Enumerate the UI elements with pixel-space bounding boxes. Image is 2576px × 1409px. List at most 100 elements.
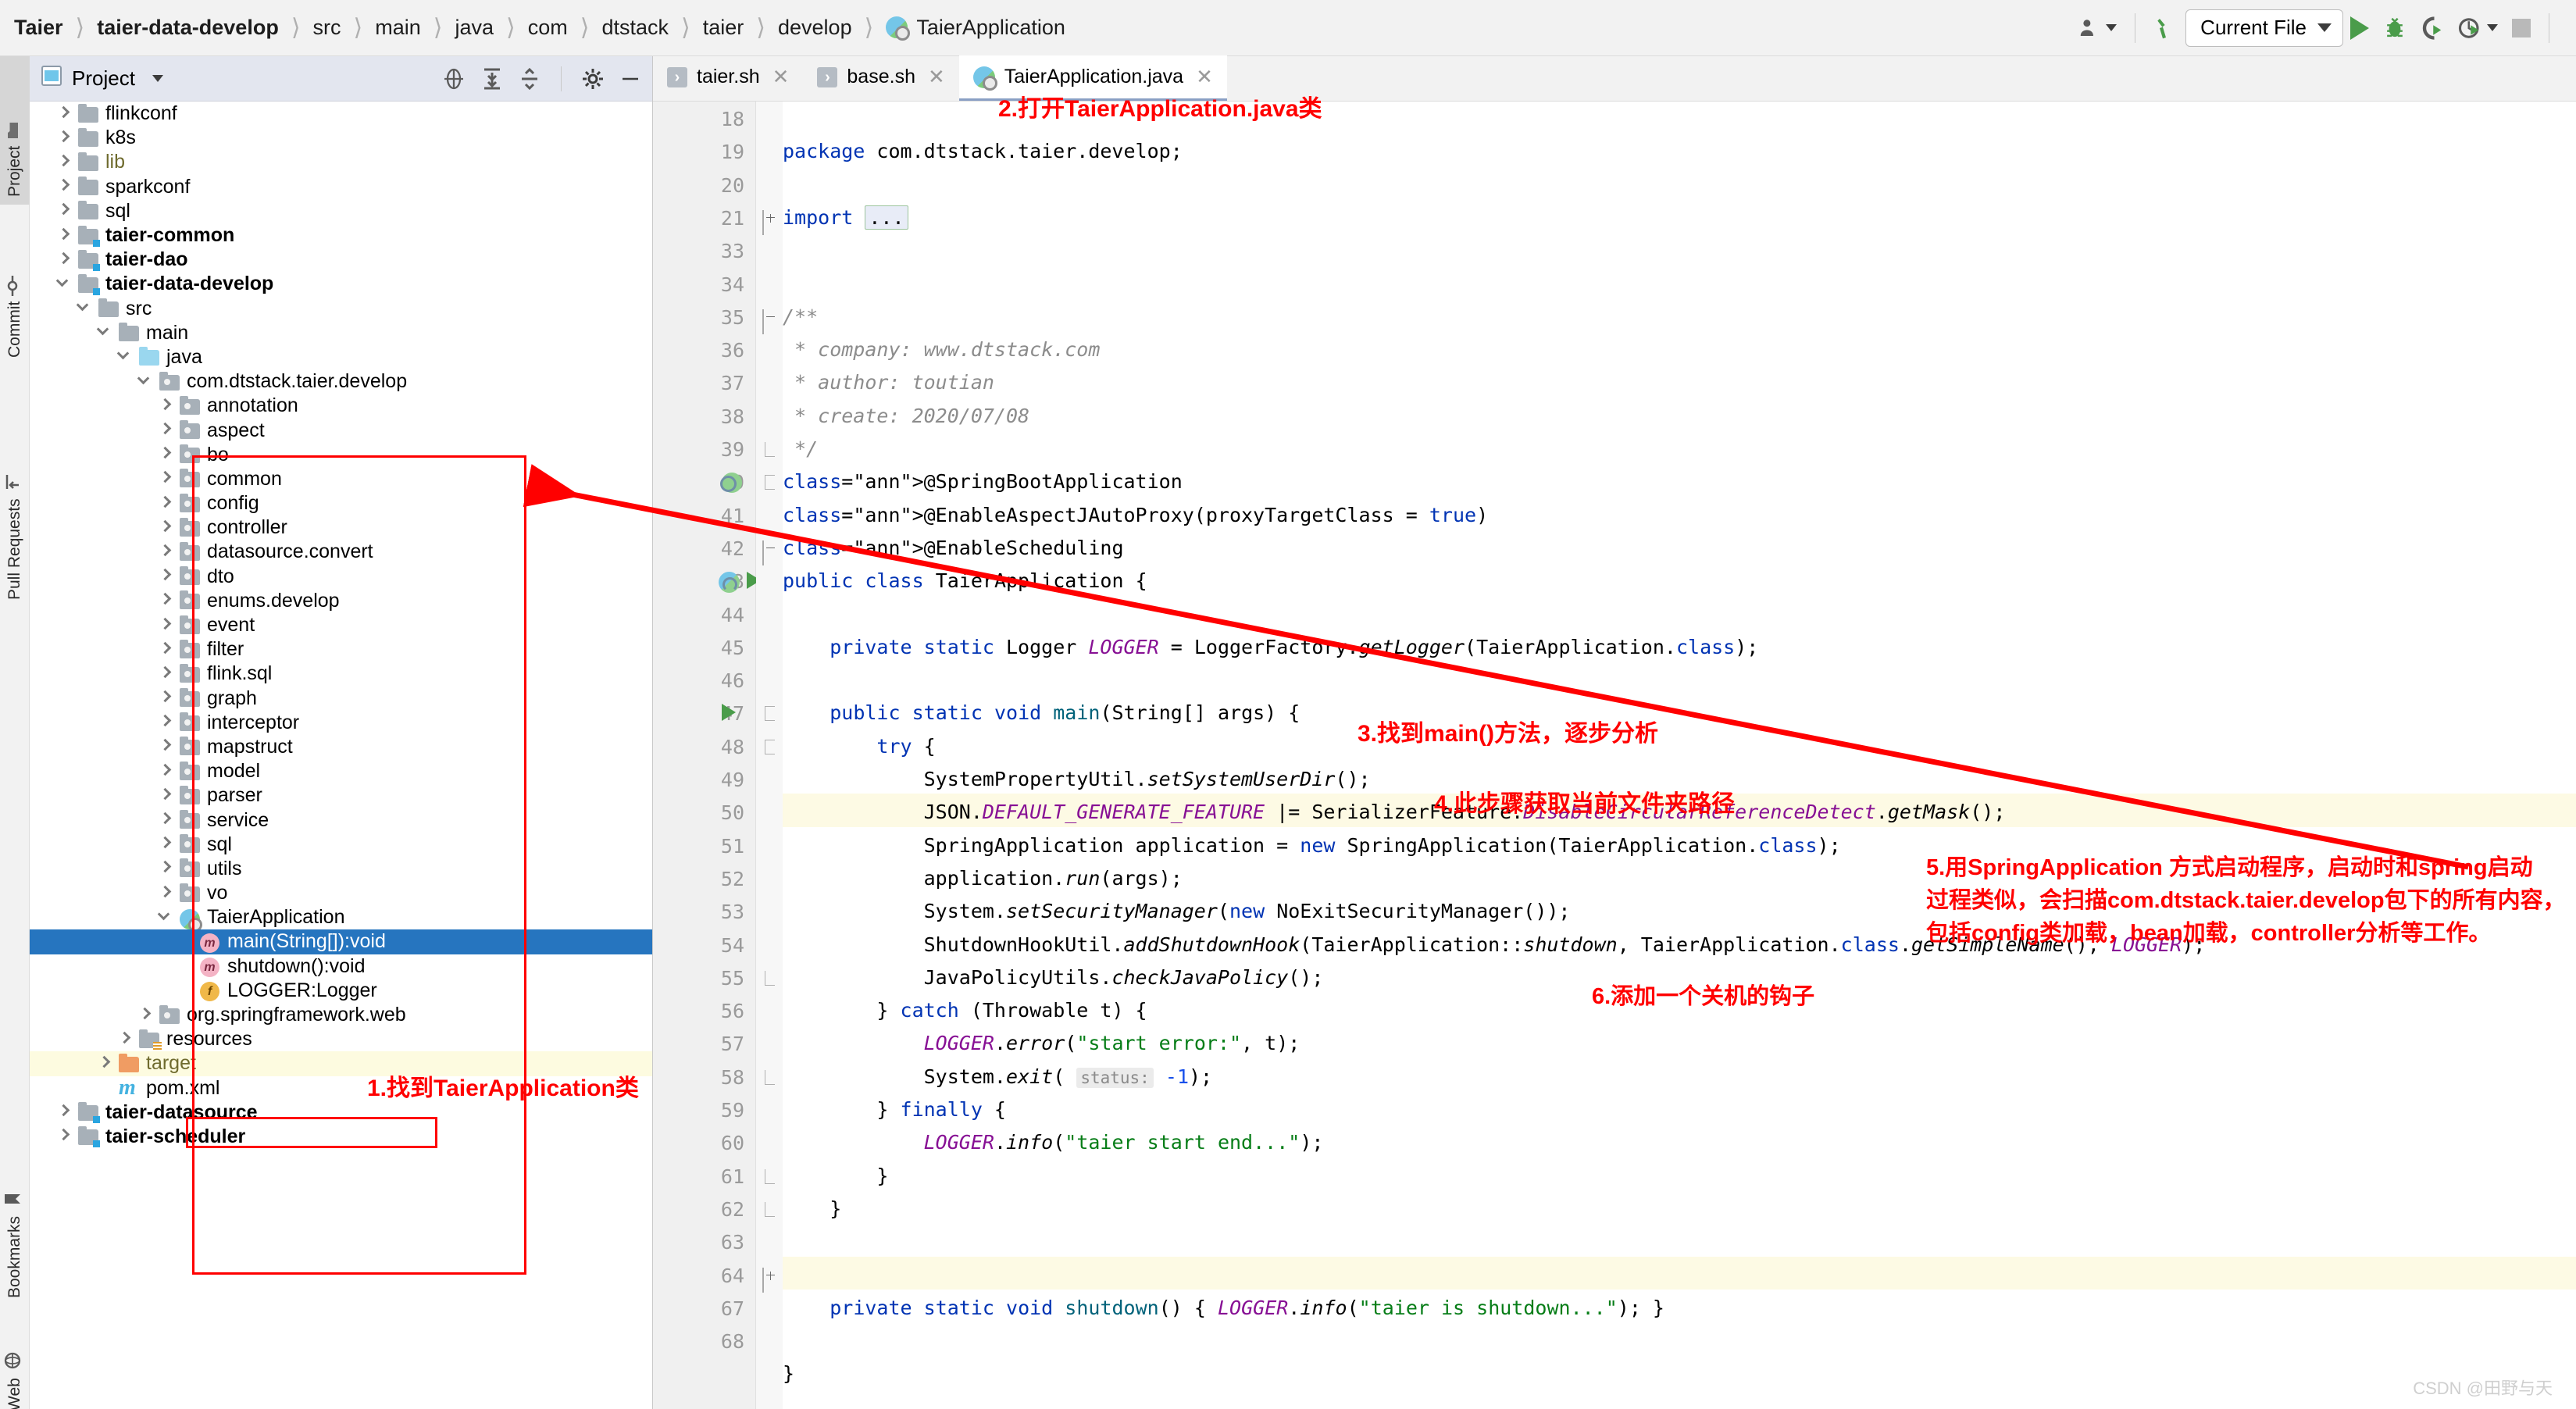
tree-item[interactable]: lib (30, 150, 652, 174)
chevron-right-icon[interactable] (137, 1007, 155, 1024)
tree-item[interactable]: annotation (30, 394, 652, 418)
sidebar-item-pull-requests[interactable]: Pull Requests (0, 373, 30, 608)
code-line[interactable]: private static Logger LOGGER = LoggerFac… (783, 635, 1758, 659)
collapse-all-icon[interactable] (519, 67, 541, 91)
chevron-right-icon[interactable] (158, 690, 175, 707)
chevron-right-icon[interactable] (158, 738, 175, 755)
breadcrumb-item-class[interactable]: TaierApplication (916, 16, 1065, 40)
tree-item[interactable]: TaierApplication (30, 905, 652, 932)
chevron-right-icon[interactable] (158, 641, 175, 658)
chevron-down-icon[interactable] (137, 372, 155, 391)
code-line[interactable]: * company: www.dtstack.com (783, 337, 1100, 362)
fold-region-icon[interactable] (762, 442, 777, 457)
tree-item[interactable]: taier-dao (30, 248, 652, 272)
breadcrumb-item-dtstack[interactable]: dtstack (601, 16, 669, 40)
run-icon[interactable] (2343, 8, 2376, 48)
code-line[interactable]: SpringApplication application = new Spri… (783, 833, 1841, 858)
chevron-right-icon[interactable] (56, 1128, 73, 1145)
chevron-right-icon[interactable] (158, 763, 175, 780)
sidebar-item-web[interactable]: Web (0, 1318, 30, 1409)
tree-item[interactable]: bo (30, 443, 652, 467)
chevron-right-icon[interactable] (56, 178, 73, 195)
fold-region-icon[interactable] (762, 475, 777, 490)
tree-item[interactable]: k8s (30, 126, 652, 150)
tree-item[interactable]: dto (30, 565, 652, 589)
tree-item[interactable]: taier-datasource (30, 1100, 652, 1125)
fold-column[interactable] (756, 102, 783, 1409)
code-line[interactable]: package com.dtstack.taier.develop; (783, 139, 1183, 163)
tree-item[interactable]: controller (30, 515, 652, 540)
chevron-right-icon[interactable] (97, 1055, 114, 1072)
sidebar-item-bookmarks[interactable]: Bookmarks (0, 1134, 30, 1306)
tree-item[interactable]: main (30, 321, 652, 345)
tree-item[interactable]: interceptor (30, 711, 652, 735)
chevron-right-icon[interactable] (158, 787, 175, 804)
chevron-right-icon[interactable] (56, 251, 73, 269)
chevron-right-icon[interactable] (56, 1104, 73, 1121)
fold-collapse-icon[interactable] (762, 540, 777, 565)
fold-region-icon[interactable] (762, 1069, 777, 1085)
chevron-right-icon[interactable] (56, 227, 73, 244)
editor-tab-taierapplication-java[interactable]: TaierApplication.java ✕ (958, 55, 1227, 101)
code-editor[interactable]: 1819202133343536373839404142434445464748… (653, 102, 2576, 1409)
spring-component-gutter-icon[interactable] (719, 572, 740, 594)
breadcrumb-item-src[interactable]: src (313, 16, 341, 40)
code-line[interactable]: ShutdownHookUtil.addShutdownHook(TaierAp… (783, 933, 2206, 957)
chevron-down-icon[interactable] (157, 908, 175, 926)
stop-icon[interactable] (2505, 8, 2538, 48)
tree-item[interactable]: model (30, 759, 652, 783)
fold-region-icon[interactable] (762, 1201, 777, 1217)
code-line[interactable]: class="ann">@EnableScheduling (783, 536, 1124, 560)
code-line[interactable]: SystemPropertyUtil.setSystemUserDir(); (783, 767, 1371, 791)
code-line[interactable]: LOGGER.error("start error:", t); (783, 1031, 1300, 1055)
chevron-right-icon[interactable] (158, 398, 175, 415)
code-line[interactable]: } (783, 1164, 888, 1188)
tree-item[interactable]: taier-common (30, 223, 652, 248)
project-tree[interactable]: flinkconf k8s lib sparkconf sql taier-common t… (30, 102, 652, 1409)
chevron-right-icon[interactable] (158, 836, 175, 853)
chevron-right-icon[interactable] (158, 422, 175, 439)
tree-item[interactable]: vo (30, 881, 652, 905)
user-dropdown-icon[interactable] (2071, 8, 2124, 48)
tree-item[interactable]: m shutdown():void (30, 954, 652, 979)
tree-item[interactable]: src (30, 297, 652, 321)
chevron-down-icon[interactable] (76, 298, 94, 317)
breadcrumb-item-com[interactable]: com (528, 16, 568, 40)
fold-collapse-icon[interactable] (762, 309, 777, 334)
code-line[interactable]: import ... (783, 205, 908, 230)
code-line[interactable]: LOGGER.info("taier start end..."); (783, 1130, 1324, 1154)
fold-expand-icon[interactable] (762, 1267, 777, 1293)
chevron-right-icon[interactable] (158, 665, 175, 683)
editor-tab-base-sh[interactable]: › base.sh ✕ (803, 55, 958, 101)
chevron-right-icon[interactable] (158, 495, 175, 512)
code-line[interactable]: } catch (Throwable t) { (783, 998, 1147, 1022)
tree-item-selected[interactable]: m main(String[]):void (30, 929, 652, 954)
tree-item[interactable]: aspect (30, 418, 652, 442)
sidebar-item-commit[interactable]: Commit (0, 209, 30, 366)
chevron-right-icon[interactable] (56, 130, 73, 147)
code-line[interactable]: JSON.DEFAULT_GENERATE_FEATURE |= Seriali… (783, 800, 2006, 824)
chevron-right-icon[interactable] (56, 202, 73, 219)
code-line[interactable]: private static void shutdown() { LOGGER.… (783, 1296, 1664, 1320)
chevron-down-icon[interactable] (96, 323, 114, 341)
chevron-right-icon[interactable] (56, 105, 73, 123)
code-line[interactable]: /** (783, 305, 818, 329)
tree-item[interactable]: common (30, 467, 652, 491)
chevron-right-icon[interactable] (158, 812, 175, 829)
close-icon[interactable]: ✕ (928, 65, 945, 89)
run-configuration-selector[interactable]: Current File (2185, 9, 2343, 47)
tree-item[interactable]: com.dtstack.taier.develop (30, 369, 652, 394)
chevron-right-icon[interactable] (56, 154, 73, 171)
code-line[interactable]: try { (783, 734, 935, 758)
tree-item[interactable]: event (30, 613, 652, 637)
profile-icon[interactable] (2451, 8, 2505, 48)
breadcrumb-item-project[interactable]: Taier (14, 16, 63, 40)
chevron-right-icon[interactable] (158, 446, 175, 463)
tree-item[interactable]: sparkconf (30, 175, 652, 199)
chevron-right-icon[interactable] (117, 1031, 134, 1048)
editor-tab-taier-sh[interactable]: › taier.sh ✕ (653, 55, 803, 101)
run-with-coverage-icon[interactable] (2414, 8, 2451, 48)
tree-item[interactable]: parser (30, 783, 652, 808)
breadcrumb-item-module[interactable]: taier-data-develop (97, 16, 279, 40)
hide-panel-icon[interactable] (619, 68, 641, 90)
